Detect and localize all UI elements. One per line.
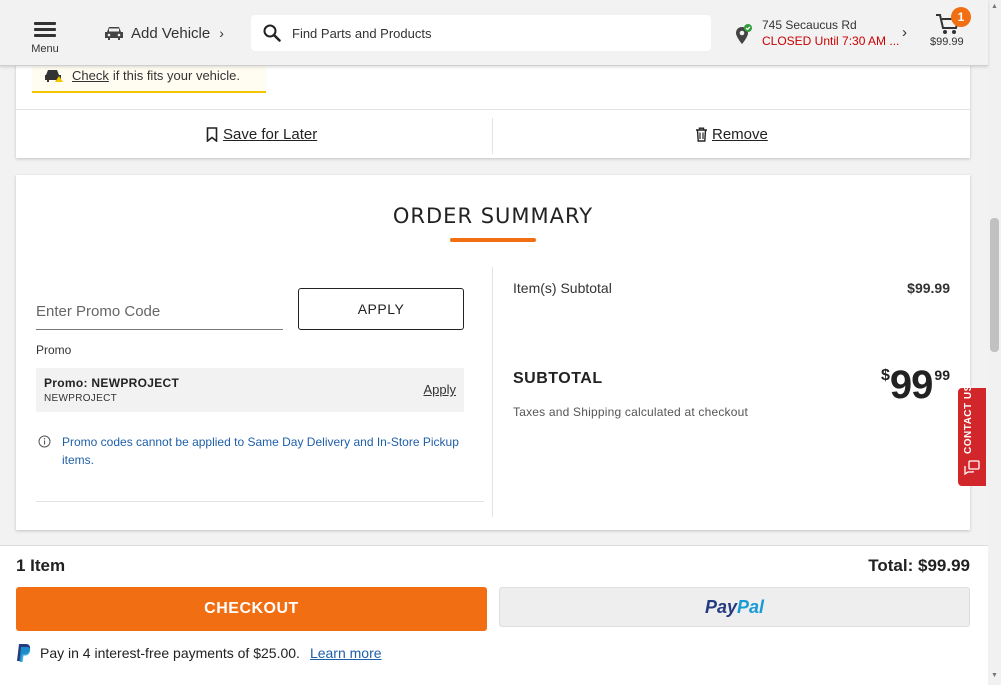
store-status: CLOSED Until 7:30 AM ... xyxy=(762,34,900,48)
add-vehicle-button[interactable]: Add Vehicle › xyxy=(104,22,224,44)
trash-icon xyxy=(696,127,707,142)
subtotal-cents: 99 xyxy=(934,367,950,383)
promo-code-input[interactable] xyxy=(36,296,283,326)
cart-total: $99.99 xyxy=(930,36,964,48)
divider xyxy=(492,267,493,517)
save-for-later-button[interactable]: Save for Later xyxy=(206,126,317,143)
chevron-right-icon: › xyxy=(902,24,907,41)
promo-name: Promo: NEWPROJECT xyxy=(44,376,180,390)
remove-button[interactable]: Remove xyxy=(695,126,768,143)
contact-us-tab[interactable]: CONTACT US xyxy=(958,384,986,486)
menu-button[interactable]: Menu xyxy=(30,20,60,56)
car-warning-icon xyxy=(45,69,63,82)
search-input[interactable] xyxy=(292,25,692,41)
remove-label: Remove xyxy=(712,126,768,143)
page-scrollbar[interactable]: ▲ ▼ xyxy=(988,0,1001,685)
search-bar[interactable] xyxy=(251,15,711,51)
item-count: 1 Item xyxy=(16,556,66,575)
add-vehicle-label: Add Vehicle xyxy=(131,24,211,42)
bookmark-icon xyxy=(206,127,218,142)
paypal-button[interactable]: PayPal xyxy=(499,587,970,627)
paypal-logo-pay: Pay xyxy=(704,596,737,617)
fit-check-link[interactable]: Check xyxy=(72,68,109,83)
save-for-later-label: Save for Later xyxy=(223,126,318,143)
pay-in-4-message: Pay in 4 interest-free payments of $25.0… xyxy=(16,643,382,663)
car-icon xyxy=(105,27,123,40)
order-summary-title: ORDER SUMMARY xyxy=(392,204,594,228)
items-subtotal-label: Item(s) Subtotal xyxy=(513,280,612,296)
info-icon xyxy=(38,435,51,448)
scroll-up-arrow-icon[interactable]: ▲ xyxy=(991,3,998,10)
promo-apply-link[interactable]: Apply xyxy=(423,382,456,397)
apply-promo-button[interactable]: APPLY xyxy=(298,288,464,330)
chevron-right-icon: › xyxy=(219,25,224,41)
promo-code: NEWPROJECT xyxy=(44,393,117,404)
checkout-bar: 1 Item Total: $99.99 CHECKOUT PayPal Pay… xyxy=(0,545,988,685)
order-summary-card: ORDER SUMMARY APPLY Promo Promo: NEWPROJ… xyxy=(16,175,970,530)
scrollbar-thumb[interactable] xyxy=(990,218,999,352)
menu-label: Menu xyxy=(31,43,59,55)
items-subtotal-value: $99.99 xyxy=(907,280,950,296)
divider xyxy=(36,501,484,502)
cart-button[interactable]: 1 $99.99 xyxy=(930,7,971,50)
site-header: Menu Add Vehicle › 745 Secaucus Rd CLOSE… xyxy=(0,0,988,66)
scroll-down-arrow-icon[interactable]: ▼ xyxy=(991,672,998,679)
subtotal-price: $ 99 99 xyxy=(881,363,950,407)
store-address: 745 Secaucus Rd xyxy=(762,18,857,32)
contact-us-label: CONTACT US xyxy=(963,384,974,454)
search-icon xyxy=(263,24,281,42)
divider xyxy=(16,109,970,110)
divider xyxy=(492,118,493,154)
promo-note-text: Promo codes cannot be applied to Same Da… xyxy=(62,435,459,467)
subtotal-label: SUBTOTAL xyxy=(513,370,603,387)
store-selector[interactable]: 745 Secaucus Rd CLOSED Until 7:30 AM ...… xyxy=(734,16,914,52)
hamburger-icon xyxy=(34,22,56,38)
checkout-button[interactable]: CHECKOUT xyxy=(16,587,487,631)
title-underline xyxy=(450,238,536,242)
promo-offer: Promo: NEWPROJECT NEWPROJECT Apply xyxy=(36,368,464,412)
promo-section-label: Promo xyxy=(36,343,72,357)
taxes-note: Taxes and Shipping calculated at checkou… xyxy=(513,405,749,419)
pay-in-4-text: Pay in 4 interest-free payments of $25.0… xyxy=(40,645,300,661)
paypal-logo-pal: Pal xyxy=(737,596,765,617)
subtotal-dollars: 99 xyxy=(889,363,933,407)
chat-icon xyxy=(964,460,980,476)
promo-note: Promo codes cannot be applied to Same Da… xyxy=(38,433,468,469)
store-pin-check-icon xyxy=(736,24,752,44)
order-total: Total: $99.99 xyxy=(868,556,970,575)
subtotal-currency: $ xyxy=(881,367,890,384)
learn-more-link[interactable]: Learn more xyxy=(310,645,382,661)
promo-code-field[interactable] xyxy=(36,288,283,330)
cart-count-badge: 1 xyxy=(951,7,971,27)
fit-check-text: if this fits your vehicle. xyxy=(112,68,241,83)
paypal-icon xyxy=(17,644,31,662)
